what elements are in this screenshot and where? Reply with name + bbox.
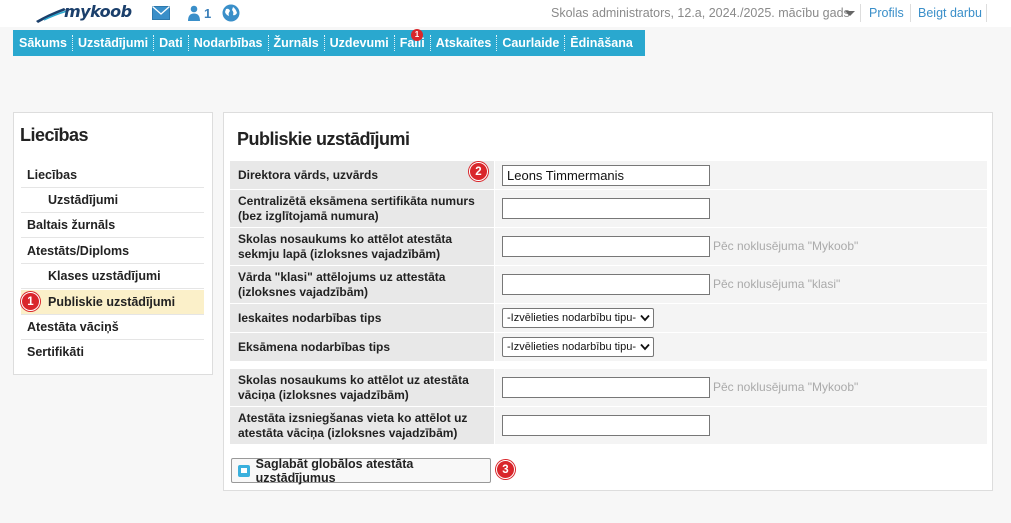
field-label: Centralizētā eksāmena sertifikāta numurs…	[230, 190, 494, 227]
school-name-grades-input[interactable]	[502, 236, 710, 257]
form-row-issue-place: Atestāta izsniegšanas vieta ko attēlot u…	[230, 407, 987, 444]
form-row-class-word: Vārda "klasi" attēlojums uz attestāta (i…	[230, 266, 987, 303]
default-hint: Pēc noklusējuma "Mykoob"	[713, 239, 859, 253]
field-label: Vārda "klasi" attēlojums uz attestāta (i…	[230, 266, 494, 303]
divider	[986, 4, 987, 22]
select-value: -Izvēlieties nodarbību tipu-	[507, 312, 637, 324]
user-icon[interactable]	[187, 5, 201, 21]
field-value-cell	[495, 161, 987, 189]
field-value-cell: Pēc noklusējuma "Mykoob"	[495, 369, 987, 406]
mykoob-logo[interactable]: mykoob	[34, 2, 132, 24]
save-icon	[238, 464, 250, 477]
save-button-label: Saglabāt globālos atestāta uzstādījumus	[255, 456, 414, 485]
nav-item-journal[interactable]: Žurnāls	[267, 30, 324, 56]
form-row-director: Direktora vārds, uzvārds	[230, 161, 987, 189]
files-badge: 1	[411, 29, 423, 41]
nav-item-pass[interactable]: Caurlaide	[496, 30, 564, 56]
step-marker-1: 1	[21, 292, 40, 311]
mail-icon[interactable]	[152, 6, 170, 20]
sidebar: Liecības Liecības Uzstādījumi Baltais žu…	[13, 112, 213, 375]
step-marker-3: 3	[496, 460, 515, 479]
test-lesson-type-select[interactable]: -Izvēlieties nodarbību tipu-	[502, 308, 654, 328]
nav-item-tasks[interactable]: Uzdevumi	[323, 30, 394, 56]
field-value-cell: Pēc noklusējuma "klasi"	[495, 266, 987, 303]
sidebar-title: Liecības	[20, 125, 89, 145]
form-row-exam-type: Eksāmena nodarbības tips -Izvēlieties no…	[230, 333, 987, 361]
form-row-exam-cert: Centralizētā eksāmena sertifikāta numurs…	[230, 190, 987, 227]
field-value-cell: -Izvēlieties nodarbību tipu-	[495, 333, 987, 361]
field-value-cell: -Izvēlieties nodarbību tipu-	[495, 304, 987, 332]
form-row-school-name-cover: Skolas nosaukums ko attēlot uz atestāta …	[230, 369, 987, 406]
form-row-school-name-grades: Skolas nosaukums ko attēlot atestāta sek…	[230, 228, 987, 265]
nav-item-data[interactable]: Dati	[153, 30, 188, 56]
nav-item-home[interactable]: Sākums	[13, 30, 72, 56]
sidebar-item-white-journal[interactable]: Baltais žurnāls	[21, 213, 204, 238]
main-nav: Sākums Uzstādījumi Dati Nodarbības Žurnā…	[13, 30, 645, 56]
logo-text: mykoob	[64, 2, 132, 21]
default-hint: Pēc noklusējuma "Mykoob"	[713, 380, 859, 394]
field-label: Ieskaites nodarbības tips	[230, 304, 494, 332]
role-year-selector[interactable]: Skolas administrators, 12.a, 2024./2025.…	[551, 6, 850, 20]
issue-place-input[interactable]	[502, 415, 710, 436]
profile-link[interactable]: Profils	[869, 6, 904, 20]
logout-link[interactable]: Beigt darbu	[918, 6, 982, 20]
sidebar-item-certificate-cover[interactable]: Atestāta vāciņš	[21, 315, 204, 340]
sidebar-item-class-settings[interactable]: Klases uzstādījumi	[21, 264, 204, 289]
globe-icon[interactable]	[222, 4, 240, 22]
nav-item-settings[interactable]: Uzstādījumi	[71, 30, 153, 56]
field-label: Skolas nosaukums ko attēlot atestāta sek…	[230, 228, 494, 265]
school-name-cover-input[interactable]	[502, 377, 710, 398]
chevron-down-icon	[640, 314, 650, 322]
step-marker-2: 2	[469, 162, 488, 181]
top-bar: mykoob 1 Skolas administrators, 12.a, 20…	[0, 0, 1011, 27]
nav-item-reports[interactable]: Atskaites	[429, 30, 497, 56]
exam-cert-number-input[interactable]	[502, 198, 710, 219]
page-title: Publiskie uzstādījumi	[237, 129, 410, 149]
select-value: -Izvēlieties nodarbību tipu-	[507, 341, 637, 353]
divider	[910, 4, 911, 22]
divider	[860, 4, 861, 22]
nav-item-lessons[interactable]: Nodarbības	[187, 30, 268, 56]
sidebar-item-certificates[interactable]: Sertifikāti	[21, 340, 204, 365]
user-count[interactable]: 1	[204, 6, 211, 21]
field-label: Skolas nosaukums ko attēlot uz atestāta …	[230, 369, 494, 406]
field-label: Direktora vārds, uzvārds	[230, 161, 494, 189]
director-name-input[interactable]	[502, 165, 710, 186]
sidebar-item-grades[interactable]: Liecības	[21, 163, 204, 188]
field-label: Eksāmena nodarbības tips	[230, 333, 494, 361]
default-hint: Pēc noklusējuma "klasi"	[713, 277, 841, 291]
chevron-down-icon[interactable]	[845, 11, 855, 16]
nav-item-catering[interactable]: Ēdināšana	[564, 30, 638, 56]
form-row-test-type: Ieskaites nodarbības tips -Izvēlieties n…	[230, 304, 987, 332]
field-label: Atestāta izsniegšanas vieta ko attēlot u…	[230, 407, 494, 444]
exam-lesson-type-select[interactable]: -Izvēlieties nodarbību tipu-	[502, 337, 654, 357]
sidebar-item-certificate-diploma[interactable]: Atestāts/Diploms	[21, 239, 204, 264]
class-word-input[interactable]	[502, 274, 710, 295]
sidebar-item-public-settings[interactable]: Publiskie uzstādījumi	[21, 290, 204, 315]
field-value-cell	[495, 190, 987, 227]
settings-panel: Publiskie uzstādījumi Direktora vārds, u…	[223, 112, 993, 491]
field-value-cell	[495, 407, 987, 444]
save-global-settings-button[interactable]: Saglabāt globālos atestāta uzstādījumus	[231, 456, 491, 485]
field-value-cell: Pēc noklusējuma "Mykoob"	[495, 228, 987, 265]
sidebar-item-grade-settings[interactable]: Uzstādījumi	[21, 188, 204, 213]
chevron-down-icon	[640, 343, 650, 351]
